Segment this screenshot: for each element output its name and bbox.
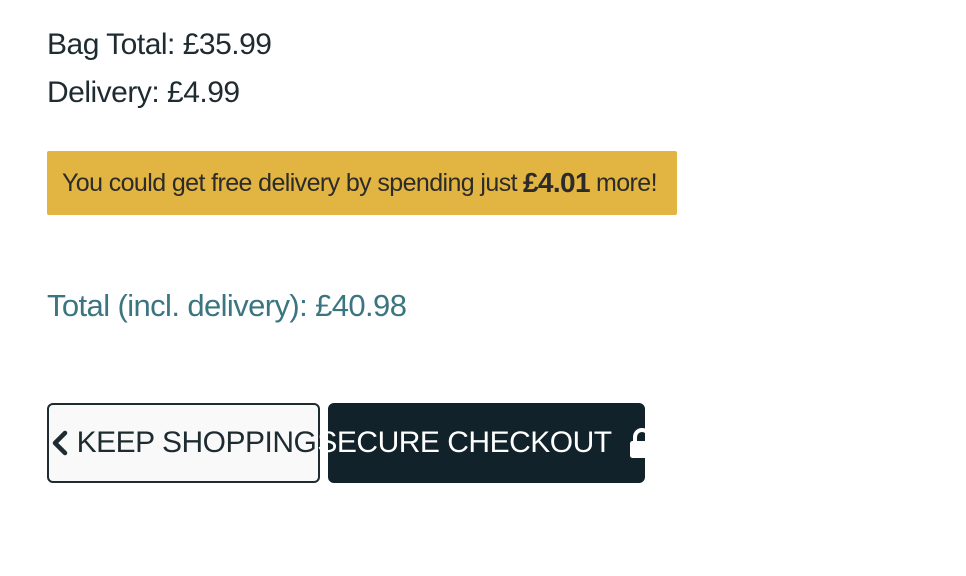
delivery-cost: Delivery: £4.99 [47,76,240,109]
free-delivery-suffix: more! [596,168,658,197]
bag-total: Bag Total: £35.99 [47,28,272,61]
free-delivery-prefix: You could get free delivery by spending … [62,168,518,197]
free-delivery-amount: £4.01 [522,167,591,198]
keep-shopping-button[interactable]: KEEP SHOPPING [47,403,320,483]
bag-summary: Bag Total: £35.99 Delivery: £4.99 You co… [0,0,966,576]
secure-checkout-button[interactable]: SECURE CHECKOUT [317,403,654,483]
chevron-left-icon [51,430,69,456]
secure-checkout-label: SECURE CHECKOUT [317,426,612,459]
free-delivery-banner: You could get free delivery by spending … [47,151,677,215]
keep-shopping-label: KEEP SHOPPING [76,426,317,459]
lock-icon [628,427,656,459]
grand-total: Total (incl. delivery): £40.98 [47,288,407,323]
